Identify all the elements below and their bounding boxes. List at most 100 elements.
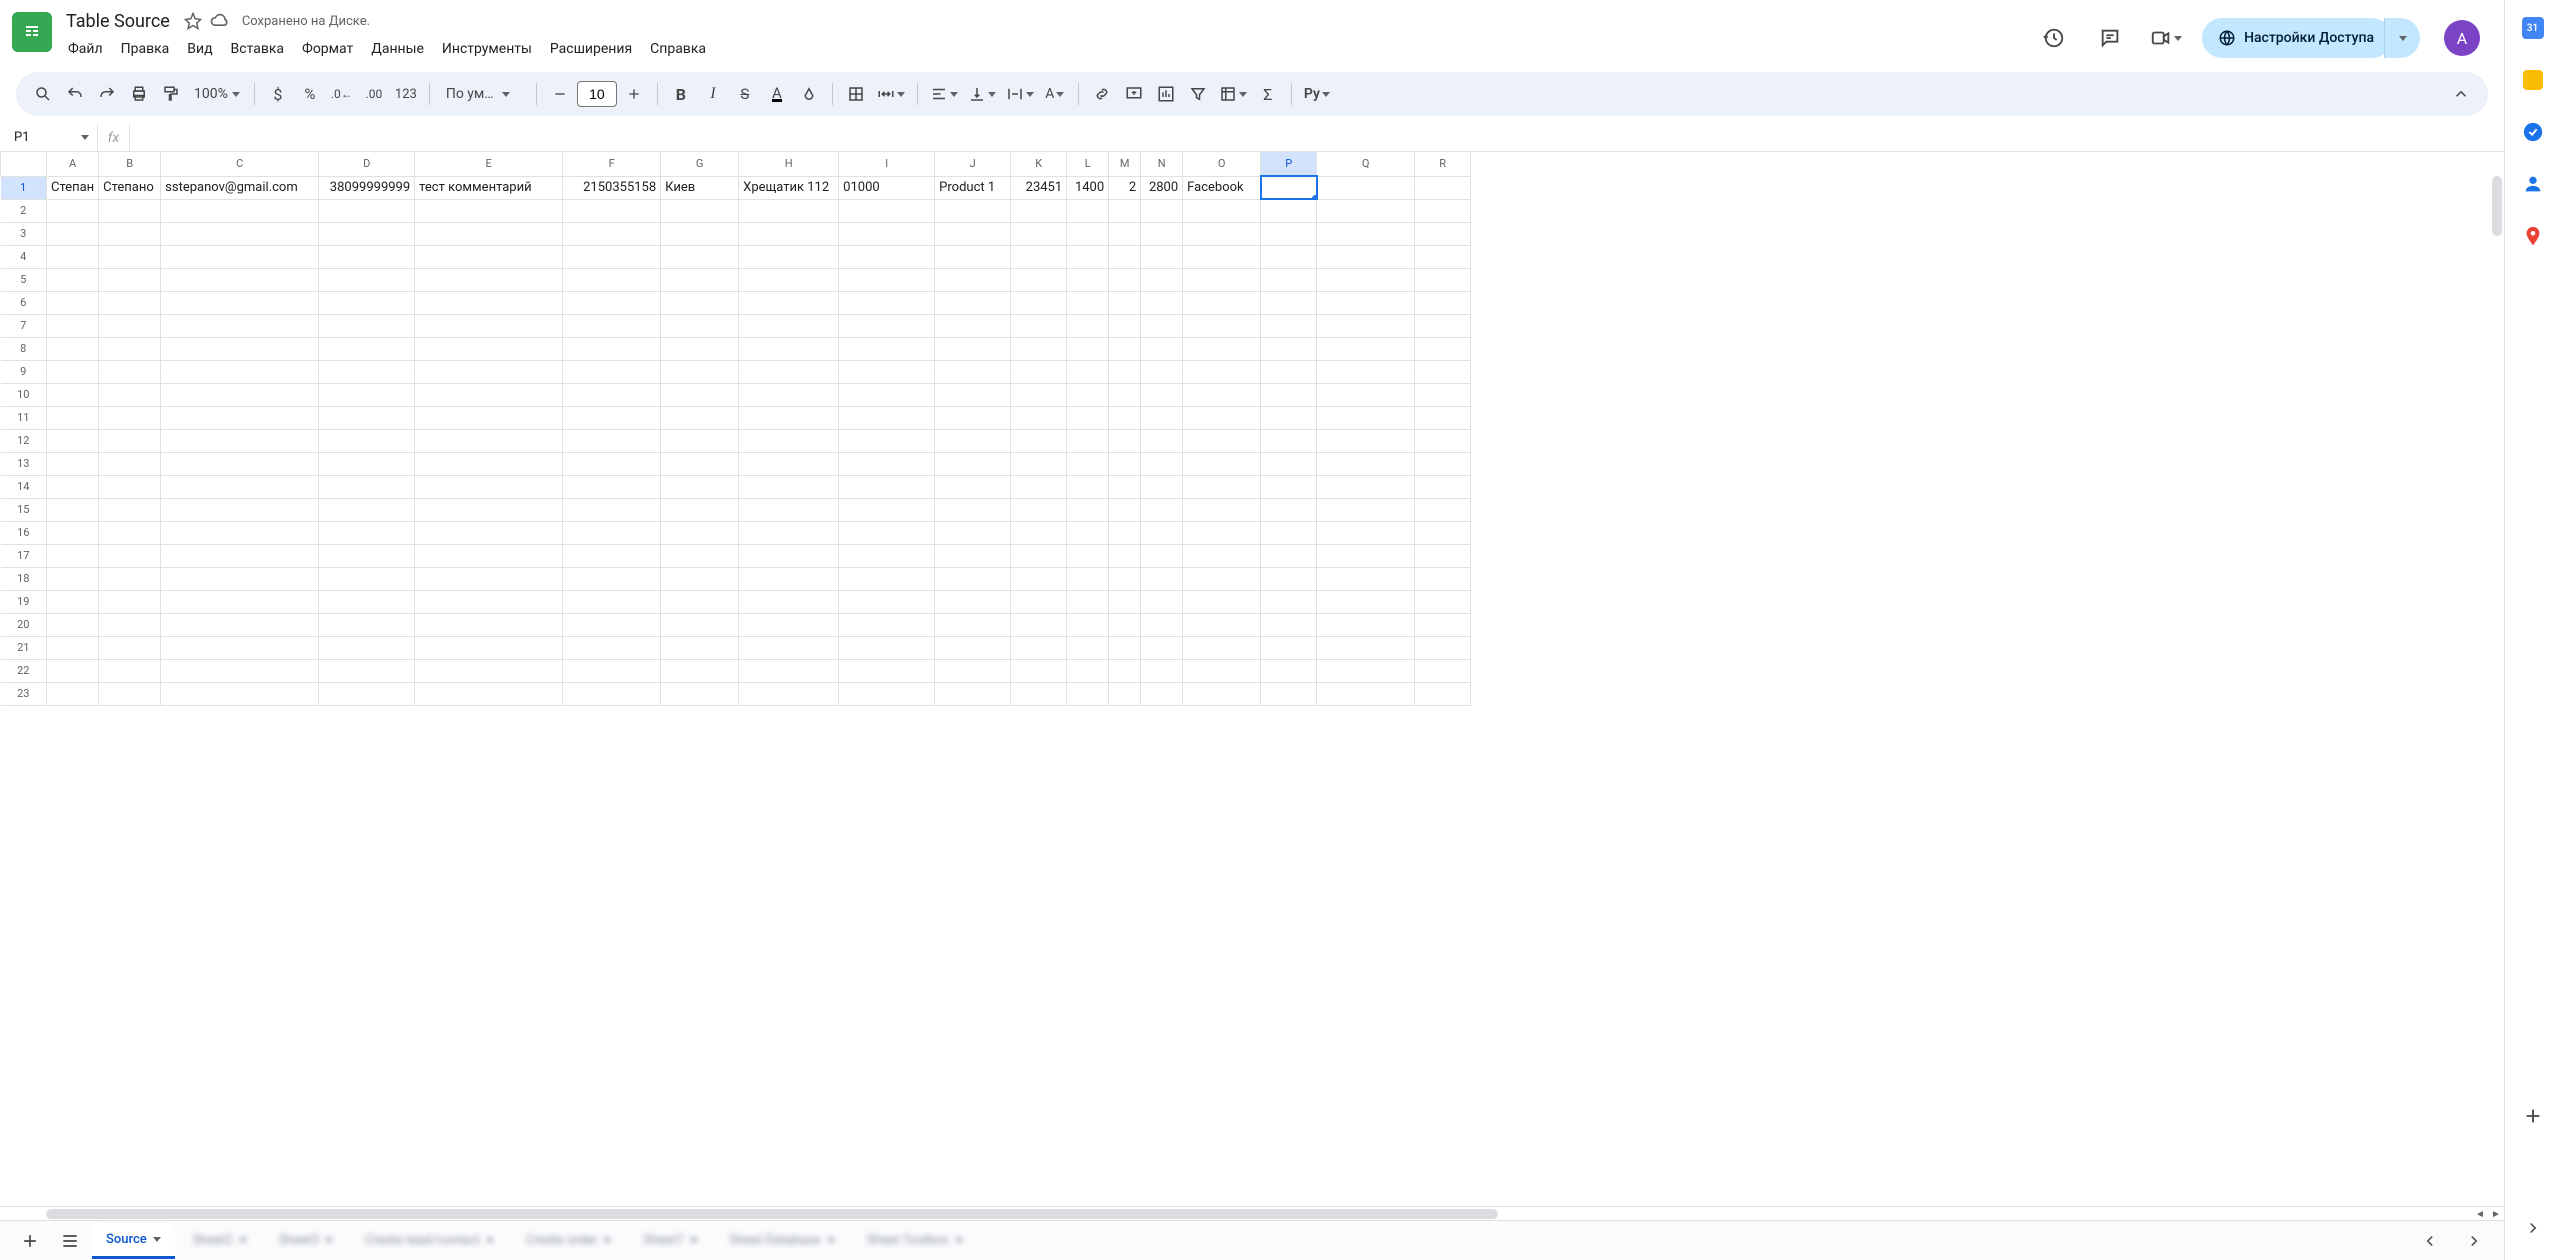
cell[interactable] <box>1109 636 1141 659</box>
cell[interactable]: Facebook <box>1183 176 1261 199</box>
cell[interactable] <box>1011 337 1067 360</box>
cell[interactable] <box>319 360 415 383</box>
cell[interactable] <box>839 452 935 475</box>
column-header[interactable]: I <box>839 152 935 176</box>
paint-format-icon[interactable] <box>156 79 186 109</box>
insert-chart-icon[interactable] <box>1151 79 1181 109</box>
cell[interactable] <box>1141 314 1183 337</box>
column-header[interactable]: K <box>1011 152 1067 176</box>
cell[interactable] <box>1317 406 1415 429</box>
cell[interactable] <box>1317 360 1415 383</box>
cell[interactable] <box>661 498 739 521</box>
cell[interactable] <box>1141 383 1183 406</box>
cell[interactable] <box>1261 199 1317 222</box>
cell[interactable] <box>1011 659 1067 682</box>
cell[interactable] <box>1109 544 1141 567</box>
cell[interactable] <box>1011 636 1067 659</box>
cell[interactable] <box>935 544 1011 567</box>
cell[interactable] <box>1067 360 1109 383</box>
menu-extensions[interactable]: Расширения <box>542 37 640 61</box>
cell[interactable] <box>1183 613 1261 636</box>
menu-data[interactable]: Данные <box>363 37 432 61</box>
cell[interactable] <box>739 636 839 659</box>
cell[interactable] <box>319 475 415 498</box>
cell[interactable] <box>1109 199 1141 222</box>
cell[interactable] <box>935 452 1011 475</box>
cell[interactable] <box>661 245 739 268</box>
cell[interactable] <box>161 245 319 268</box>
cell[interactable] <box>161 659 319 682</box>
cell[interactable] <box>319 245 415 268</box>
menu-format[interactable]: Формат <box>294 37 361 61</box>
row-header[interactable]: 18 <box>1 567 47 590</box>
cell[interactable] <box>415 452 563 475</box>
cell[interactable] <box>99 659 161 682</box>
cell[interactable] <box>319 199 415 222</box>
cell[interactable] <box>661 314 739 337</box>
hide-sidepanel-icon[interactable] <box>2521 1216 2545 1240</box>
text-wrap-icon[interactable] <box>1002 79 1038 109</box>
cell[interactable] <box>661 337 739 360</box>
cell[interactable] <box>99 245 161 268</box>
cell[interactable] <box>47 567 99 590</box>
cell[interactable] <box>1067 383 1109 406</box>
cell[interactable] <box>839 429 935 452</box>
cell[interactable] <box>319 498 415 521</box>
cell[interactable] <box>1011 268 1067 291</box>
cell[interactable] <box>935 222 1011 245</box>
cell[interactable] <box>415 521 563 544</box>
cell[interactable] <box>415 567 563 590</box>
cell[interactable] <box>1261 245 1317 268</box>
percent-icon[interactable]: % <box>295 79 325 109</box>
cell[interactable] <box>1415 498 1471 521</box>
cell[interactable] <box>1183 521 1261 544</box>
cell[interactable] <box>839 636 935 659</box>
cell[interactable] <box>1141 452 1183 475</box>
cell[interactable] <box>1067 636 1109 659</box>
cell[interactable] <box>161 383 319 406</box>
column-header[interactable]: J <box>935 152 1011 176</box>
script-icon[interactable]: Py <box>1300 79 1334 109</box>
cell[interactable] <box>1141 245 1183 268</box>
cell[interactable]: тест комментарий <box>415 176 563 199</box>
cell[interactable] <box>99 406 161 429</box>
row-header[interactable]: 14 <box>1 475 47 498</box>
font-size-input[interactable] <box>577 81 617 107</box>
font-family-select[interactable]: По ум… <box>438 86 528 102</box>
cell[interactable] <box>1141 659 1183 682</box>
scroll-right-icon[interactable]: ► <box>2488 1207 2504 1220</box>
cell[interactable] <box>1415 199 1471 222</box>
cell[interactable] <box>661 452 739 475</box>
sheet-tab[interactable]: Sheet2 <box>179 1223 261 1259</box>
cell[interactable] <box>935 383 1011 406</box>
cell[interactable] <box>1261 498 1317 521</box>
cell[interactable] <box>935 314 1011 337</box>
cell[interactable] <box>415 222 563 245</box>
cell[interactable] <box>415 682 563 705</box>
cell[interactable] <box>839 590 935 613</box>
sheet-nav-next-icon[interactable] <box>2456 1223 2492 1259</box>
cell[interactable] <box>739 452 839 475</box>
cell[interactable] <box>99 498 161 521</box>
cell[interactable] <box>415 314 563 337</box>
cell[interactable] <box>1109 521 1141 544</box>
cell[interactable] <box>99 544 161 567</box>
cell[interactable] <box>415 636 563 659</box>
cell[interactable] <box>99 383 161 406</box>
cell[interactable] <box>839 222 935 245</box>
cell[interactable] <box>1317 636 1415 659</box>
cell[interactable] <box>839 383 935 406</box>
cell[interactable] <box>1067 498 1109 521</box>
share-button[interactable]: Настройки Доступа <box>2202 18 2392 58</box>
row-header[interactable]: 1 <box>1 176 47 199</box>
cell[interactable] <box>563 659 661 682</box>
cell[interactable] <box>1261 337 1317 360</box>
cell[interactable] <box>47 498 99 521</box>
column-header[interactable]: G <box>661 152 739 176</box>
cell[interactable] <box>47 429 99 452</box>
cell[interactable] <box>415 291 563 314</box>
cell[interactable] <box>1109 613 1141 636</box>
cell[interactable] <box>739 498 839 521</box>
cell[interactable] <box>1011 383 1067 406</box>
sheet-tab-active[interactable]: Source <box>92 1223 175 1259</box>
